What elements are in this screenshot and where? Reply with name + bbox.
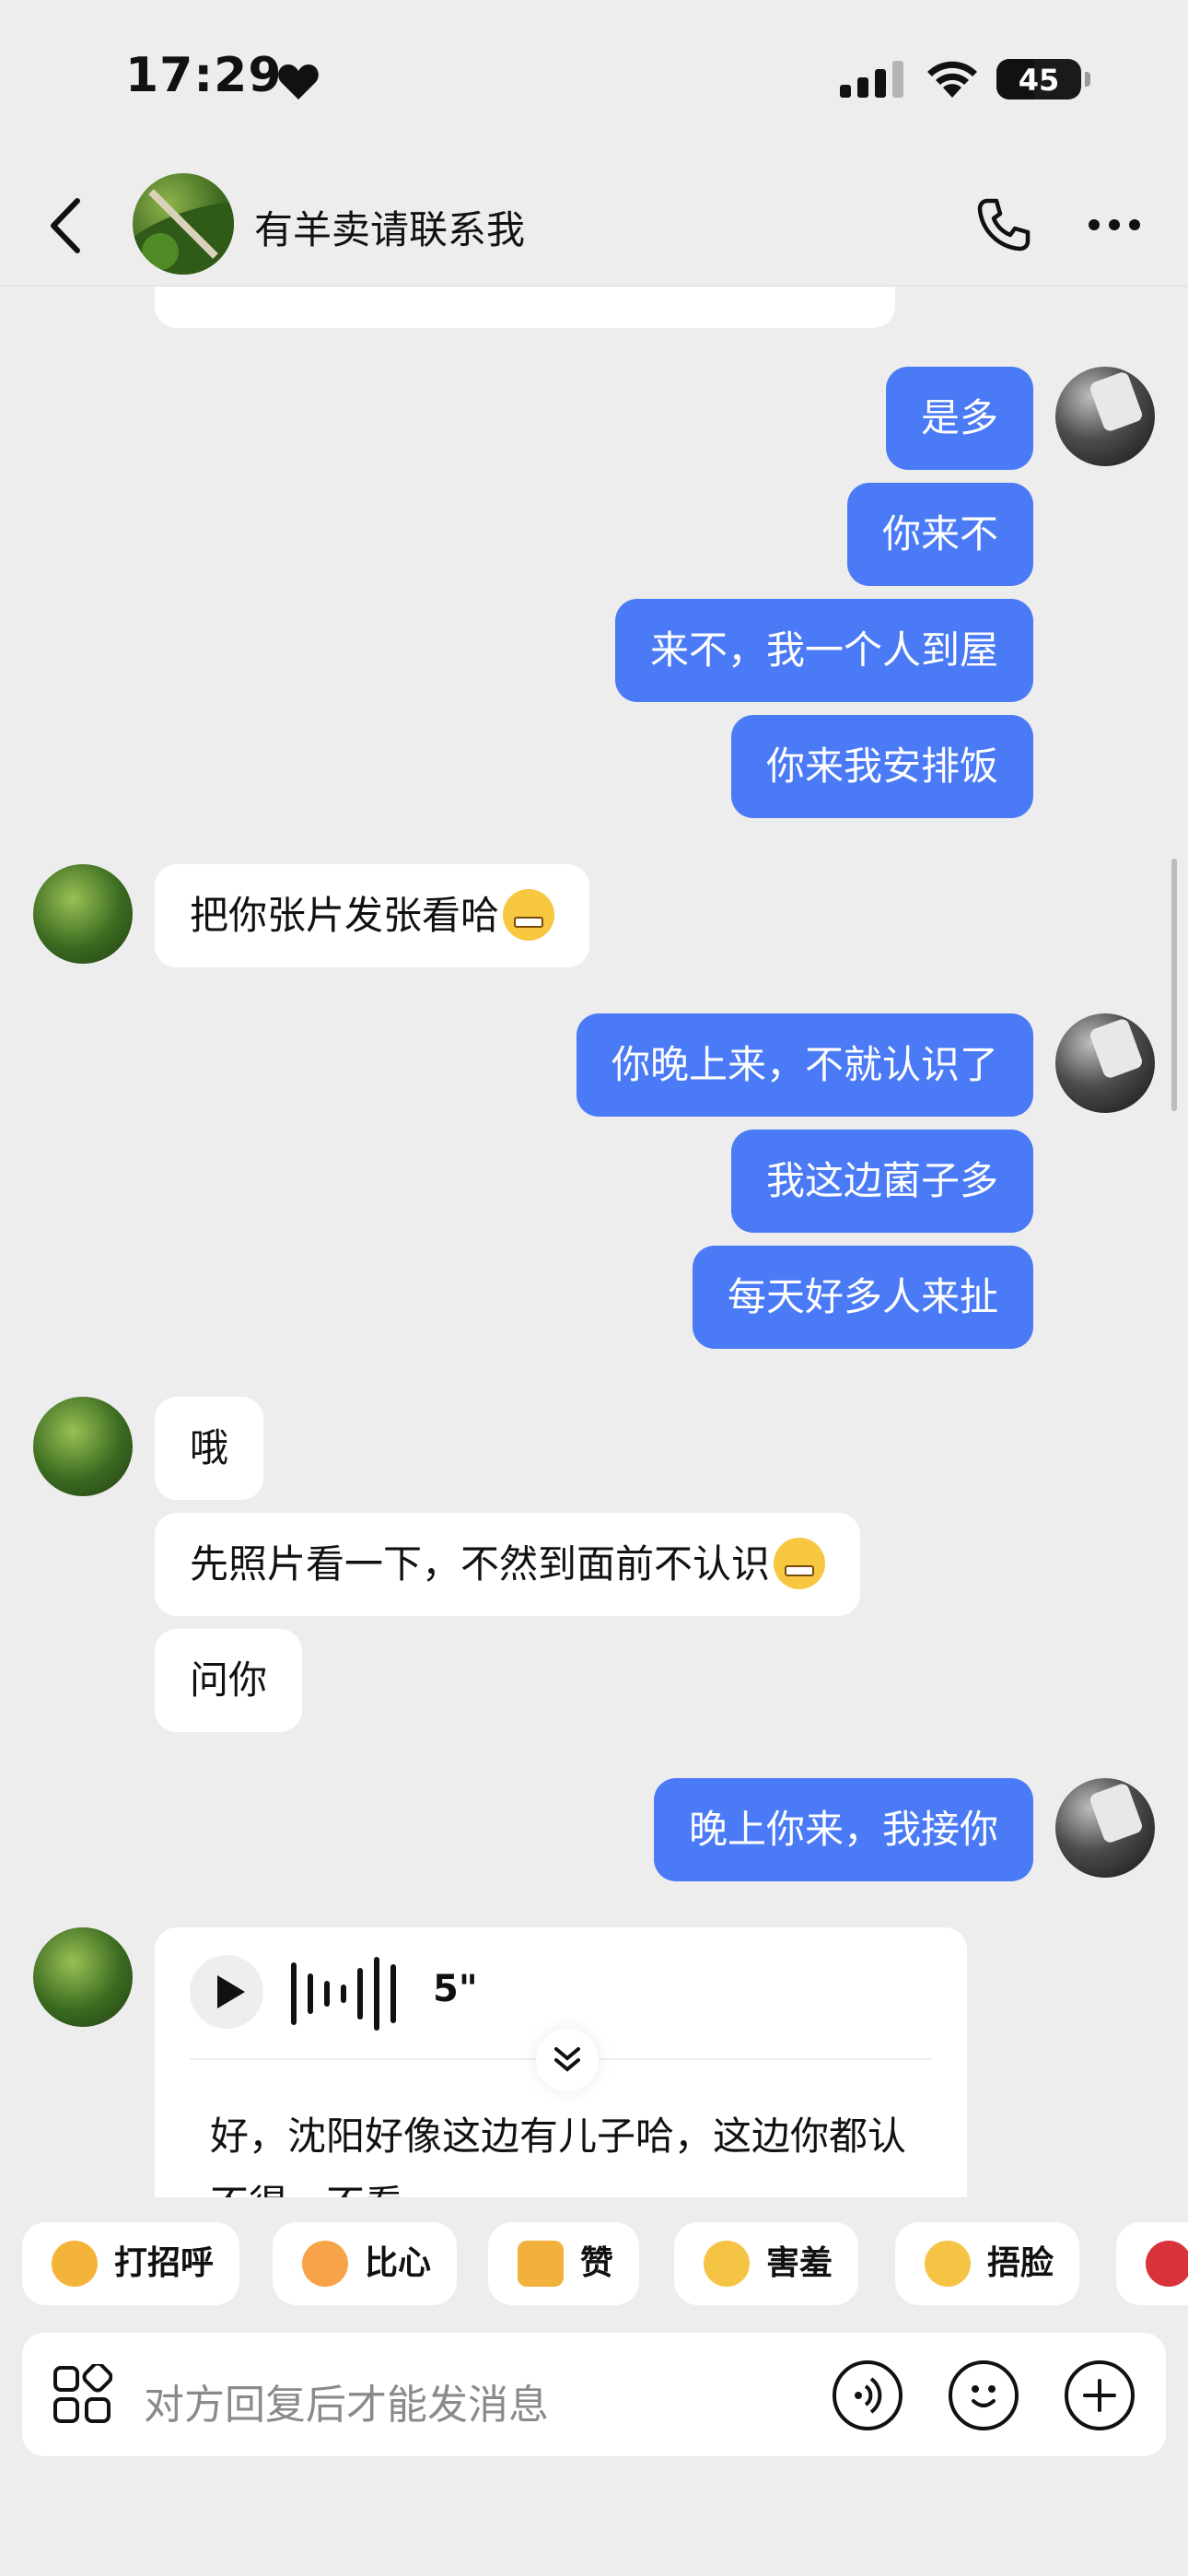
contact-avatar[interactable] [133, 173, 234, 275]
avatar-image [133, 189, 234, 275]
chat-header: 有羊卖请联系我 [0, 166, 1188, 287]
message-text: 先照片看一下，不然到面前不认识 [190, 1541, 771, 1587]
message-bubble[interactable]: 你来我安排饭 [730, 715, 1033, 818]
message-input[interactable]: 对方回复后才能发消息 [144, 2371, 549, 2430]
facepalm-emoji-icon [925, 2241, 971, 2287]
smiley-face-icon [972, 2385, 996, 2407]
heart-icon [278, 64, 319, 100]
message-text: 把你张片发张看哈 [190, 893, 500, 938]
message-bubble[interactable]: 是多 [885, 367, 1033, 470]
quick-reply-like[interactable]: 赞 [488, 2222, 640, 2305]
sound-wave-icon [855, 2377, 882, 2414]
quick-reply-heart[interactable]: 比心 [273, 2222, 458, 2305]
contact-avatar-small[interactable] [33, 864, 133, 964]
emoji-icon[interactable] [949, 2360, 1019, 2430]
message-bubble[interactable]: 先照片看一下，不然到面前不认识 [155, 1513, 861, 1616]
quick-reply-rose[interactable] [1116, 2222, 1188, 2305]
quick-reply-facepalm[interactable]: 捂脸 [895, 2222, 1080, 2305]
cellular-signal-icon [840, 61, 903, 98]
my-avatar[interactable] [1055, 1013, 1155, 1113]
message-bubble[interactable]: 你来不 [846, 483, 1033, 586]
my-avatar[interactable] [1055, 1778, 1155, 1878]
message-list[interactable]: 是多 你来不 来不，我一个人到屋 你来我安排饭 把你张片发张看哈 你晚上来，不就… [0, 286, 1188, 2197]
finger-heart-emoji-icon [302, 2241, 348, 2287]
battery-nub [1085, 72, 1090, 87]
grin-emoji-icon [503, 888, 555, 941]
voice-duration: 5" [433, 1968, 478, 2010]
apps-grid-icon[interactable] [52, 2364, 112, 2425]
battery-level: 45 [1018, 63, 1060, 98]
message-bubble[interactable]: 我这边菌子多 [730, 1130, 1033, 1233]
contact-name[interactable]: 有羊卖请联系我 [254, 199, 525, 255]
chip-label: 赞 [580, 2244, 614, 2282]
message-input-bar: 对方回复后才能发消息 [22, 2333, 1166, 2456]
double-chevron-down-icon [554, 2047, 580, 2072]
shy-emoji-icon [704, 2241, 750, 2287]
voice-waveform-icon [291, 1957, 396, 2031]
message-bubble[interactable]: 每天好多人来扯 [692, 1246, 1033, 1349]
contact-avatar-small[interactable] [33, 1397, 133, 1496]
scrollbar[interactable] [1171, 859, 1177, 1111]
quick-reply-greet[interactable]: 打招呼 [22, 2222, 240, 2305]
message-bubble[interactable]: 来不，我一个人到屋 [614, 599, 1033, 702]
chip-label: 打招呼 [114, 2244, 215, 2282]
status-bar: 17:29 45 [0, 0, 1188, 157]
chip-label: 害羞 [766, 2244, 833, 2282]
message-bubble[interactable]: 问你 [155, 1629, 303, 1732]
quick-reply-shy[interactable]: 害羞 [674, 2222, 859, 2305]
quick-reply-bar: 打招呼 比心 赞 害羞 捂脸 [0, 2222, 1188, 2307]
message-bubble-partial[interactable] [155, 286, 895, 328]
more-options-icon[interactable] [1087, 217, 1142, 232]
message-bubble[interactable]: 晚上你来，我接你 [653, 1778, 1033, 1881]
my-avatar[interactable] [1055, 367, 1155, 466]
wifi-icon [927, 61, 977, 98]
rose-emoji-icon [1146, 2241, 1188, 2287]
thumbs-up-emoji-icon [518, 2241, 564, 2287]
expand-chevron-icon[interactable] [536, 2029, 599, 2091]
chip-label: 比心 [365, 2244, 432, 2282]
battery-icon: 45 [996, 59, 1081, 100]
voice-transcript: 好，沈阳好像这边有儿子哈，这边你都认不得，不看 [210, 2113, 907, 2197]
chip-label: 捂脸 [987, 2244, 1054, 2282]
message-bubble[interactable]: 把你张片发张看哈 [155, 864, 590, 967]
plus-icon [1083, 2379, 1116, 2412]
play-icon[interactable] [190, 1955, 263, 2029]
contact-avatar-small[interactable] [33, 1927, 133, 2027]
voice-message-card[interactable]: 5" 好，沈阳好像这边有儿子哈，这边你都认不得，不看 [155, 1927, 967, 2197]
back-arrow-icon[interactable] [42, 193, 88, 258]
voice-input-icon[interactable] [833, 2360, 903, 2430]
add-more-icon[interactable] [1065, 2360, 1135, 2430]
message-bubble[interactable]: 哦 [155, 1397, 264, 1500]
message-bubble[interactable]: 你晚上来，不就认识了 [576, 1013, 1033, 1117]
phone-call-icon[interactable] [974, 195, 1033, 254]
wave-hand-emoji-icon [52, 2241, 98, 2287]
grin-emoji-icon [774, 1537, 826, 1589]
status-time: 17:29 [125, 48, 283, 103]
